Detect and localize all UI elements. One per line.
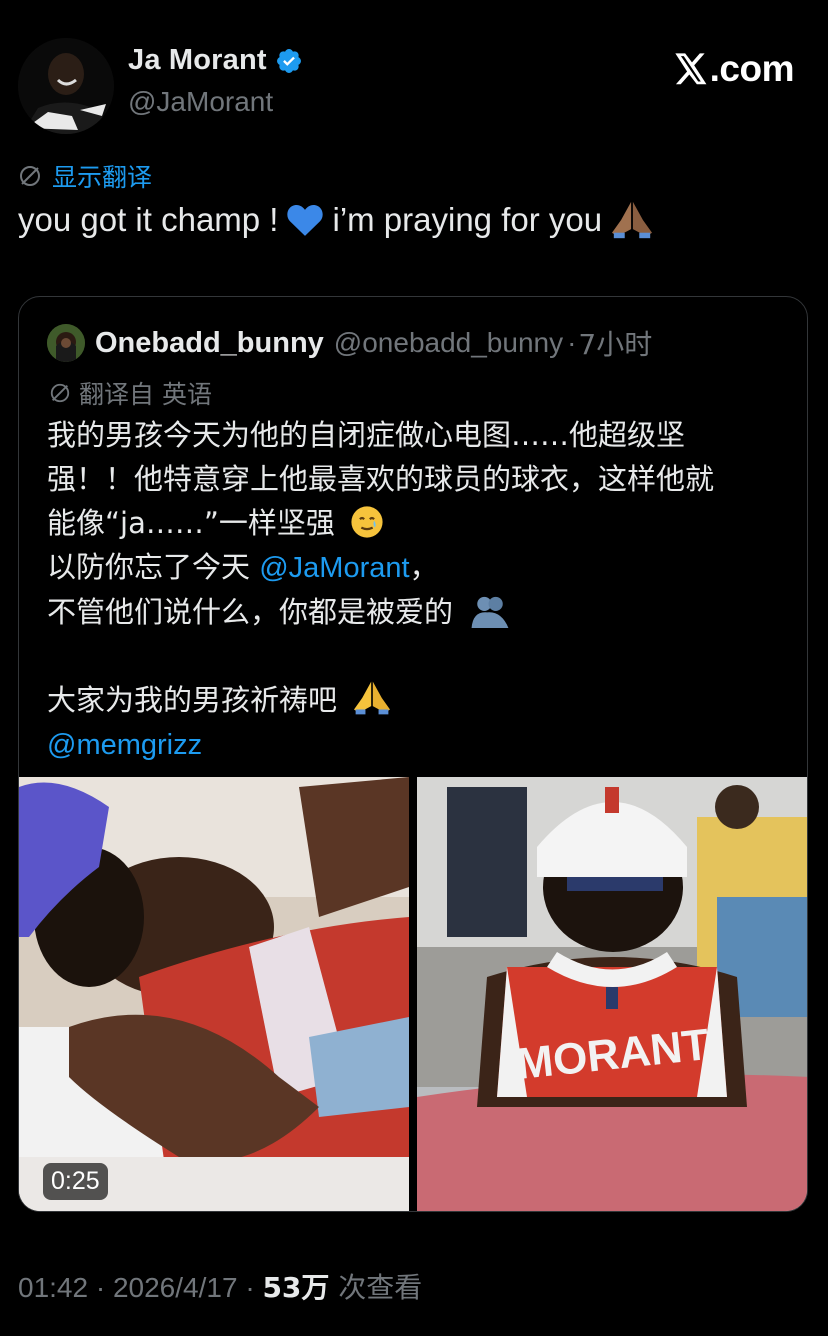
meta-separator: · xyxy=(88,1272,113,1303)
quote-line: 不管他们说什么，你都是被爱的 xyxy=(47,590,791,634)
quote-line: 能像“ja……”一样坚强 xyxy=(47,501,791,545)
quote-author-name[interactable]: Onebadd_bunny xyxy=(95,327,324,360)
video-duration-badge: 0:25 xyxy=(43,1163,108,1200)
quote-author-avatar[interactable] xyxy=(47,324,85,362)
quote-separator: · xyxy=(567,327,577,358)
quote-line-text: 大家为我的男孩祈祷吧 xyxy=(47,683,338,717)
media-photo[interactable]: MORANT xyxy=(417,777,807,1211)
tweet-time[interactable]: 01:42 xyxy=(18,1272,88,1303)
author-name-row: Ja Morant xyxy=(128,44,303,77)
mention-link-jamorant[interactable]: @JaMorant xyxy=(259,552,409,584)
translate-icon xyxy=(20,166,40,186)
people-hugging-icon xyxy=(471,596,509,628)
x-logo-icon xyxy=(674,53,707,85)
quote-line-text: 能像“ja……”一样坚强 xyxy=(47,506,335,540)
quote-time[interactable]: 7小时 xyxy=(578,323,652,363)
quote-line: 以防你忘了今天 @JaMorant， xyxy=(47,545,791,590)
tweet-date[interactable]: 2026/4/17 xyxy=(113,1272,238,1303)
brand-domain: .com xyxy=(709,48,795,89)
tweet-text: you got it champ ! i’m praying for you xyxy=(18,200,662,240)
tearful-face-icon xyxy=(351,506,383,538)
tweet-text-part1: you got it champ ! xyxy=(18,201,279,238)
praying-hands-icon xyxy=(612,201,653,239)
author-display-name[interactable]: Ja Morant xyxy=(128,44,267,77)
brand-logo: .com xyxy=(674,48,795,90)
blue-heart-icon xyxy=(287,204,324,236)
quoted-tweet[interactable]: Onebadd_bunny @onebadd_bunny · 7小时 翻译自 英… xyxy=(18,296,808,1212)
quote-translated-from[interactable]: 翻译自 英语 xyxy=(49,375,212,411)
quote-line: 我的男孩今天为他的自闭症做心电图……他超级坚 xyxy=(47,418,686,452)
tweet-meta: 01:42 · 2026/4/17 · 53万 次查看 xyxy=(18,1266,422,1306)
view-count-label: 次查看 xyxy=(329,1271,423,1304)
view-count: 53万 xyxy=(262,1271,330,1304)
author-avatar[interactable] xyxy=(18,38,114,134)
author-handle[interactable]: @JaMorant xyxy=(128,86,273,118)
quote-body: 我的男孩今天为他的自闭症做心电图……他超级坚 强！！他特意穿上他最喜欢的球员的球… xyxy=(47,413,791,767)
translate-icon xyxy=(50,383,70,403)
show-translation[interactable]: 显示翻译 xyxy=(18,158,152,194)
quote-translated-label: 翻译自 英语 xyxy=(79,380,212,409)
quote-line: @memgrizz xyxy=(47,722,791,767)
quote-line-text: ， xyxy=(409,550,439,584)
quote-line-text: 不管他们说什么，你都是被爱的 xyxy=(47,595,454,629)
quote-line: 大家为我的男孩祈祷吧 xyxy=(47,678,791,722)
tweet-text-part2: i’m praying for you xyxy=(332,201,603,238)
mention-link-memgrizz[interactable]: @memgrizz xyxy=(47,729,202,761)
quote-line: 强！！他特意穿上他最喜欢的球员的球衣，这样他就 xyxy=(47,462,715,496)
quote-author-handle[interactable]: @onebadd_bunny xyxy=(334,327,563,359)
show-translation-label[interactable]: 显示翻译 xyxy=(52,158,152,194)
quote-blank-line xyxy=(47,634,791,678)
praying-hands-icon xyxy=(354,681,391,715)
quote-line-text: 以防你忘了今天 xyxy=(47,550,260,584)
media-video-thumbnail[interactable] xyxy=(19,777,409,1211)
quote-header: Onebadd_bunny @onebadd_bunny · 7小时 xyxy=(47,323,652,363)
verified-badge-icon xyxy=(276,48,301,73)
meta-separator: · xyxy=(237,1272,263,1303)
